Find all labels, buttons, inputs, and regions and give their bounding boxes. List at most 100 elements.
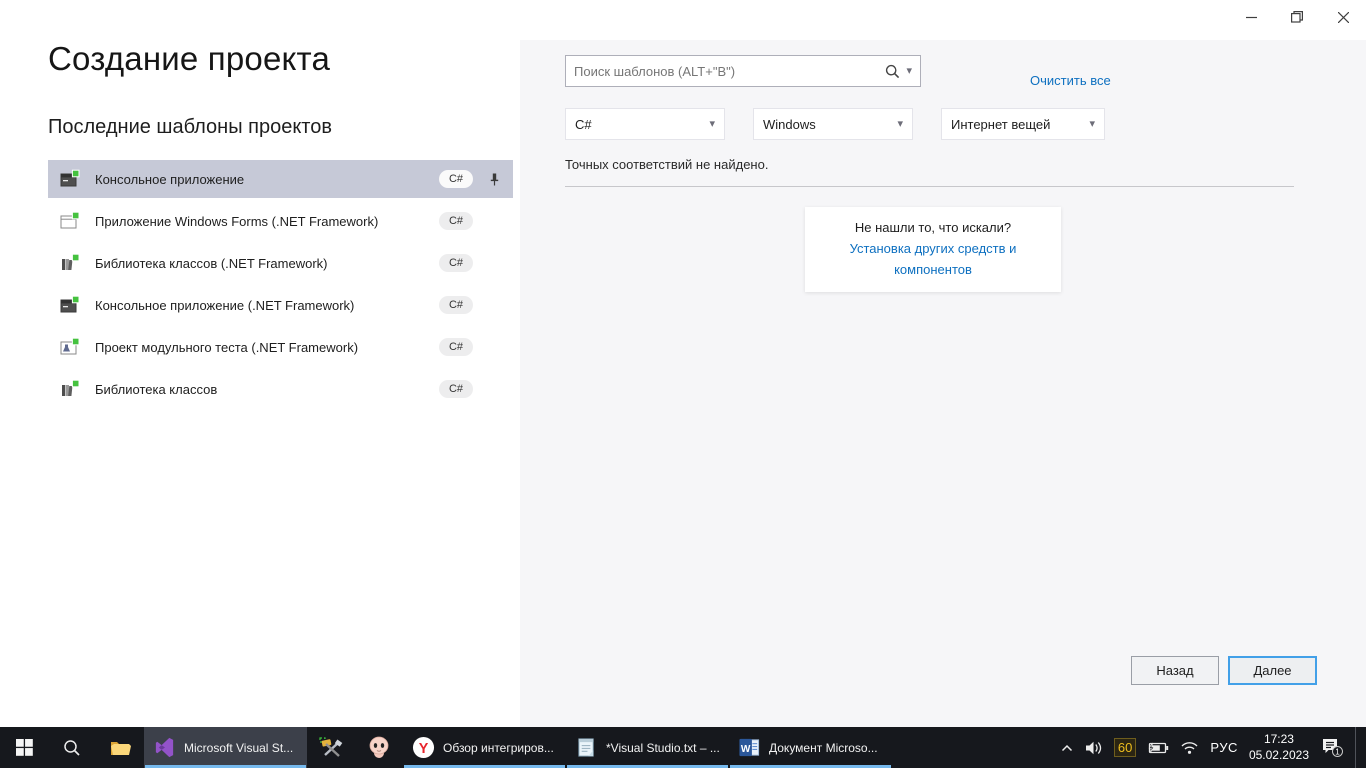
template-item-unit-test[interactable]: Проект модульного теста (.NET Framework)… [48, 328, 513, 366]
system-tray: 60 РУС 17:23 05.02.2023 [1060, 727, 1366, 768]
results-divider [565, 186, 1294, 187]
file-explorer-icon [109, 737, 131, 759]
window-controls [1228, 0, 1366, 34]
isaac-character-icon [366, 735, 392, 761]
recent-templates-heading: Последние шаблоны проектов [48, 116, 513, 139]
restore-button[interactable] [1274, 0, 1320, 34]
next-button[interactable]: Далее [1228, 656, 1317, 685]
clock-date: 05.02.2023 [1249, 748, 1309, 764]
notepad-icon [575, 736, 598, 759]
battery-button[interactable] [1147, 741, 1169, 755]
network-button[interactable] [1180, 740, 1199, 755]
task-label: Обзор интегриров... [443, 741, 554, 755]
language-indicator[interactable]: РУС [1210, 740, 1238, 755]
no-match-message: Точных соответствий не найдено. [565, 157, 768, 172]
create-project-window: Создание проекта Последние шаблоны проек… [0, 0, 1366, 727]
language-badge: C# [439, 254, 473, 272]
windows-logo-icon [16, 739, 33, 756]
action-center-button[interactable]: 1 [1320, 737, 1344, 758]
language-dropdown-value: C# [575, 117, 592, 132]
language-badge: C# [439, 338, 473, 356]
crossed-hammers-gold-icon [318, 735, 344, 761]
template-label: Библиотека классов [95, 382, 439, 397]
close-icon [1338, 12, 1349, 23]
template-item-class-library[interactable]: Библиотека классов C# [48, 370, 513, 408]
taskbar-search-button[interactable] [48, 727, 96, 768]
search-icon[interactable] [885, 64, 900, 79]
yandex-browser-icon: Y [412, 736, 435, 759]
start-button[interactable] [0, 727, 48, 768]
wifi-icon [1180, 740, 1199, 755]
not-found-title: Не нашли то, что искали? [809, 218, 1057, 239]
taskbar-task-visual-studio[interactable]: Microsoft Visual St... [144, 727, 307, 768]
template-item-console-app[interactable]: Консольное приложение C# [48, 160, 513, 198]
speaker-icon [1085, 740, 1103, 756]
platform-dropdown[interactable]: Windows ▾ [753, 108, 913, 140]
taskbar-task-word[interactable]: W Документ Microso... [729, 727, 892, 768]
template-label: Консольное приложение [95, 172, 439, 187]
battery-charging-icon [1147, 741, 1169, 755]
console-app-icon [60, 295, 80, 315]
chevron-down-icon: ▾ [709, 119, 715, 130]
install-tools-link[interactable]: Установка других средств и компонентов [809, 239, 1057, 281]
tray-overflow-button[interactable] [1060, 742, 1074, 754]
wizard-footer: Назад Далее [1131, 656, 1317, 685]
minimize-button[interactable] [1228, 0, 1274, 34]
page-title: Создание проекта [48, 40, 513, 78]
template-search-box: ▾ [565, 55, 921, 87]
pin-icon [487, 172, 502, 187]
template-item-winforms-app[interactable]: Приложение Windows Forms (.NET Framework… [48, 202, 513, 240]
word-icon: W [738, 736, 761, 759]
taskbar-task-yandex-browser[interactable]: Y Обзор интегриров... [403, 727, 566, 768]
chevron-up-icon [1060, 742, 1074, 754]
restore-icon [1291, 11, 1303, 23]
close-button[interactable] [1320, 0, 1366, 34]
language-badge: C# [439, 380, 473, 398]
platform-dropdown-value: Windows [763, 117, 816, 132]
template-label: Библиотека классов (.NET Framework) [95, 256, 439, 271]
language-dropdown[interactable]: C# ▾ [565, 108, 725, 140]
modding-tool-button[interactable] [307, 727, 355, 768]
svg-text:Y: Y [419, 741, 429, 757]
svg-text:1: 1 [1335, 748, 1340, 757]
template-label: Консольное приложение (.NET Framework) [95, 298, 439, 313]
search-options-caret-icon[interactable]: ▾ [906, 66, 912, 77]
file-explorer-button[interactable] [96, 727, 144, 768]
template-item-class-library-netfw[interactable]: Библиотека классов (.NET Framework) C# [48, 244, 513, 282]
language-badge: C# [439, 170, 473, 188]
notification-icon: 1 [1320, 737, 1344, 758]
template-item-console-app-netfw[interactable]: Консольное приложение (.NET Framework) C… [48, 286, 513, 324]
task-label: Документ Microso... [769, 741, 878, 755]
filter-dropdowns: C# ▾ Windows ▾ Интернет вещей ▾ [565, 108, 1105, 140]
recent-templates-panel: Создание проекта Последние шаблоны проек… [48, 40, 513, 412]
project-type-dropdown[interactable]: Интернет вещей ▾ [941, 108, 1105, 140]
clock-time: 17:23 [1249, 732, 1309, 748]
taskbar-task-notepad[interactable]: *Visual Studio.txt – ... [566, 727, 729, 768]
template-label: Проект модульного теста (.NET Framework) [95, 340, 439, 355]
not-found-card: Не нашли то, что искали? Установка други… [805, 207, 1061, 292]
project-type-dropdown-value: Интернет вещей [951, 117, 1050, 132]
battery-percent-indicator[interactable]: 60 [1114, 738, 1136, 757]
taskbar: Microsoft Visual St... Y Обзор интегриро… [0, 727, 1366, 768]
language-badge: C# [439, 212, 473, 230]
unit-test-icon [60, 337, 80, 357]
back-button[interactable]: Назад [1131, 656, 1219, 685]
search-icon [63, 739, 81, 757]
template-label: Приложение Windows Forms (.NET Framework… [95, 214, 439, 229]
winforms-app-icon [60, 211, 80, 231]
clear-all-link[interactable]: Очистить все [1030, 73, 1111, 88]
task-label: Microsoft Visual St... [184, 741, 293, 755]
isaac-game-button[interactable] [355, 727, 403, 768]
language-badge: C# [439, 296, 473, 314]
chevron-down-icon: ▾ [1089, 119, 1095, 130]
console-app-icon [60, 169, 80, 189]
volume-button[interactable] [1085, 740, 1103, 756]
task-label: *Visual Studio.txt – ... [606, 741, 720, 755]
class-library-icon [60, 253, 80, 273]
clock[interactable]: 17:23 05.02.2023 [1249, 732, 1309, 763]
pin-button[interactable] [483, 172, 505, 187]
minimize-icon [1246, 12, 1257, 23]
search-input[interactable] [574, 64, 885, 79]
show-desktop-button[interactable] [1355, 727, 1361, 768]
recent-templates-list: Консольное приложение C# Приложение Win [48, 160, 513, 408]
